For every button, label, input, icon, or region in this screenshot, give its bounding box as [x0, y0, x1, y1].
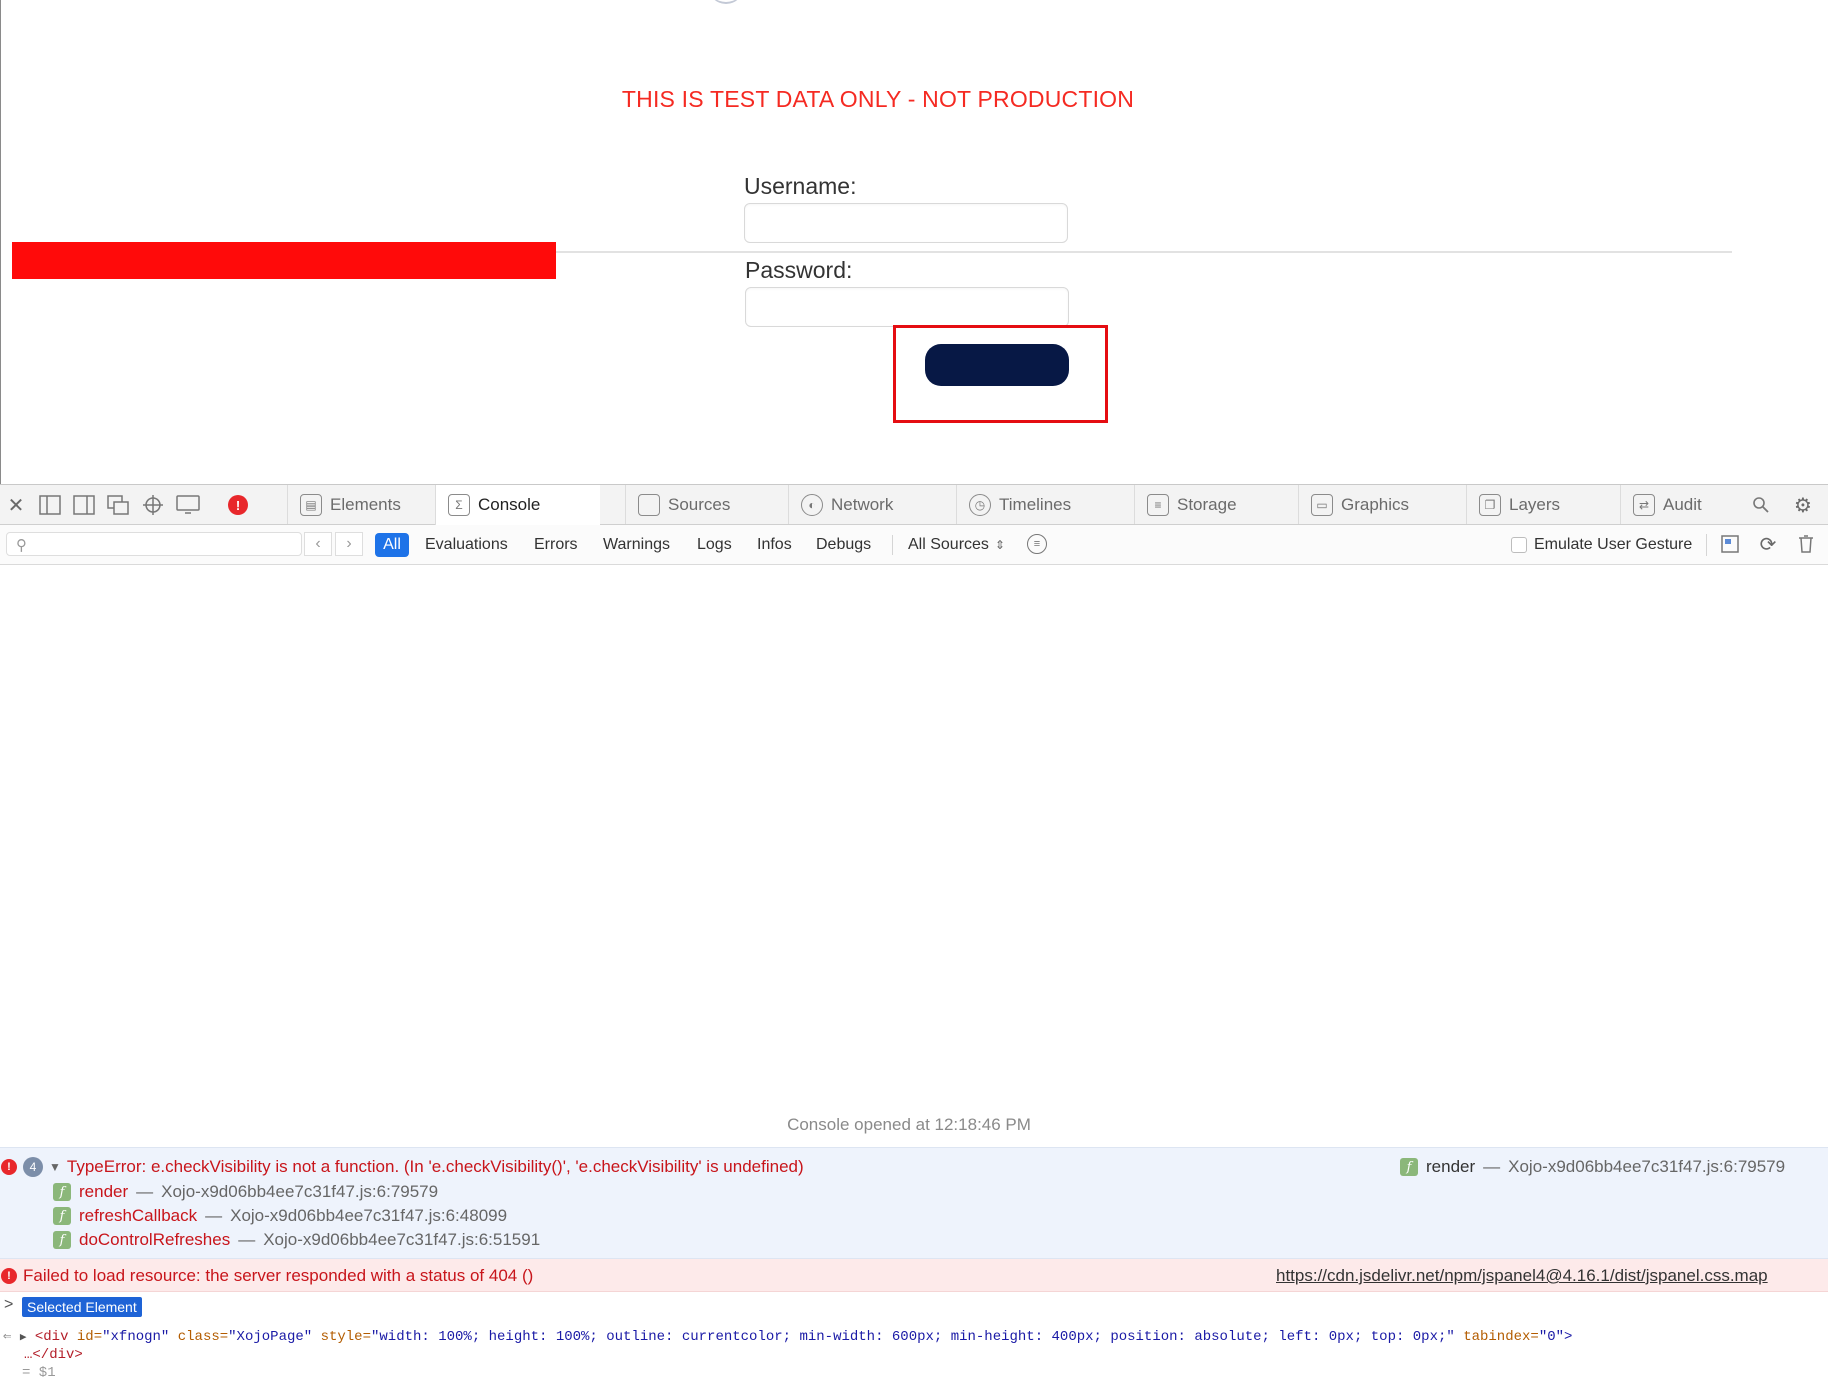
disclosure-triangle-icon[interactable]: ▼ — [49, 1160, 61, 1174]
element-result-output: ⇐ ▶ <div id="xfnogn" class="XojoPage" st… — [3, 1329, 1573, 1345]
device-settings-icon[interactable] — [176, 493, 200, 517]
selected-element-row: > Selected Element — [0, 1293, 1828, 1321]
resource-404-error: ! Failed to load resource: the server re… — [0, 1259, 1828, 1292]
previous-arrow-icon[interactable]: ‹ — [304, 532, 332, 556]
filter-warnings[interactable]: Warnings — [603, 533, 670, 557]
console-snapshot-icon[interactable] — [1718, 532, 1742, 556]
filter-all[interactable]: All — [375, 533, 409, 557]
frame-separator: — — [205, 1206, 223, 1225]
filter-errors[interactable]: Errors — [534, 533, 578, 557]
layers-icon: ❐ — [1479, 493, 1501, 516]
frame-separator: — — [238, 1230, 256, 1249]
settings-gear-icon[interactable]: ⚙ — [1791, 493, 1815, 517]
inspector-tab-bar: ✕ ! ▤ Elements Σ Console Sources ◐ Network … — [0, 485, 1828, 525]
reload-icon[interactable]: ⟳ — [1756, 532, 1780, 556]
stack-frame[interactable]: f doControlRefreshes — Xojo-x9d06bb4ee7c… — [53, 1230, 540, 1250]
expand-triangle-icon[interactable]: ▶ — [20, 1332, 27, 1344]
frame-separator: — — [1483, 1157, 1501, 1176]
type-error-message: TypeError: e.checkVisibility is not a fu… — [66, 1157, 804, 1176]
selected-element-badge: Selected Element — [22, 1297, 142, 1317]
filter-evaluations[interactable]: Evaluations — [425, 533, 508, 557]
filter-debugs[interactable]: Debugs — [816, 533, 871, 557]
tab-sources[interactable]: Sources — [625, 485, 766, 524]
detach-window-icon[interactable] — [106, 493, 130, 517]
filter-search-icon: ⚲ — [16, 537, 27, 554]
console-icon: Σ — [448, 494, 470, 516]
resource-404-message: Failed to load resource: the server resp… — [23, 1266, 534, 1285]
console-filter-input[interactable] — [6, 532, 302, 556]
next-arrow-icon[interactable]: › — [335, 532, 363, 556]
tab-timelines[interactable]: ◷ Timelines — [956, 485, 1110, 524]
elements-icon: ▤ — [300, 493, 322, 516]
function-icon: f — [1400, 1158, 1418, 1176]
graphics-icon: ▭ — [1311, 493, 1333, 516]
filter-infos[interactable]: Infos — [757, 533, 792, 557]
logo-fragment — [708, 0, 744, 4]
console-log-area: Console opened at 12:18:46 PM ! 4 ▼ Type… — [0, 565, 1828, 1381]
element-close-tag: …</div> — [24, 1347, 83, 1363]
emulate-gesture-checkbox[interactable] — [1511, 537, 1527, 553]
tab-storage[interactable]: ≡ Storage — [1134, 485, 1294, 524]
filter-options-icon[interactable]: ≡ — [1027, 534, 1047, 554]
source-map-url-link[interactable]: https://cdn.jsdelivr.net/npm/jspanel4@4.… — [1276, 1266, 1768, 1286]
search-icon[interactable] — [1749, 493, 1773, 517]
filter-divider-2 — [1706, 534, 1707, 556]
network-icon: ◐ — [801, 493, 823, 516]
tab-elements[interactable]: ▤ Elements — [287, 485, 435, 524]
audit-icon: ⇄ — [1633, 493, 1655, 516]
prompt-chevron-icon: > — [4, 1296, 14, 1313]
resource-404-row: ! Failed to load resource: the server re… — [1, 1266, 533, 1286]
console-filter-bar: ⚲ ‹ › All Evaluations Errors Warnings Lo… — [0, 525, 1828, 565]
username-input[interactable] — [744, 203, 1068, 243]
password-label: Password: — [745, 257, 853, 283]
function-icon: f — [53, 1231, 71, 1249]
filter-logs[interactable]: Logs — [697, 533, 732, 557]
stack-frame[interactable]: f refreshCallback — Xojo-x9d06bb4ee7c31f… — [53, 1206, 507, 1226]
storage-icon: ≡ — [1147, 493, 1169, 516]
function-icon: f — [53, 1207, 71, 1225]
console-opened-message: Console opened at 12:18:46 PM — [787, 1115, 1031, 1134]
updown-chevron-icon: ⇕ — [994, 538, 1005, 552]
redaction-bar — [12, 242, 556, 279]
result-arrow-icon: ⇐ — [3, 1329, 12, 1345]
repeat-count-badge: 4 — [23, 1157, 43, 1177]
divider-line — [556, 251, 1732, 253]
type-error-source-link[interactable]: f render — Xojo-x9d06bb4ee7c31f47.js:6:7… — [1400, 1157, 1785, 1177]
clear-console-trash-icon[interactable] — [1794, 532, 1818, 556]
tab-graphics[interactable]: ▭ Graphics — [1298, 485, 1445, 524]
element-result-ref: = $1 — [22, 1365, 56, 1381]
error-icon: ! — [1, 1268, 17, 1284]
type-error-header[interactable]: ! 4 ▼ TypeError: e.checkVisibility is no… — [1, 1157, 804, 1177]
dock-right-icon[interactable] — [72, 493, 96, 517]
error-count-icon[interactable]: ! — [226, 493, 250, 517]
username-label: Username: — [744, 173, 857, 199]
filter-divider — [892, 535, 893, 555]
dock-left-icon[interactable] — [38, 493, 62, 517]
close-icon[interactable]: ✕ — [4, 493, 28, 517]
sources-icon — [638, 493, 660, 516]
tab-network[interactable]: ◐ Network — [788, 485, 956, 524]
all-sources-select[interactable]: All Sources ⇕ — [908, 533, 1005, 557]
function-icon: f — [53, 1183, 71, 1201]
emulate-gesture-label: Emulate User Gesture — [1534, 536, 1693, 553]
element-picker-icon[interactable] — [141, 493, 165, 517]
frame-separator: — — [136, 1182, 154, 1201]
tab-audit[interactable]: ⇄ Audit — [1620, 485, 1751, 524]
type-error-group[interactable]: ! 4 ▼ TypeError: e.checkVisibility is no… — [0, 1147, 1828, 1259]
login-button[interactable] — [925, 344, 1069, 386]
tab-console[interactable]: Σ Console — [435, 485, 600, 525]
web-inspector: ✕ ! ▤ Elements Σ Console Sources ◐ Network … — [0, 484, 1828, 1381]
test-data-warning: THIS IS TEST DATA ONLY - NOT PRODUCTION — [621, 86, 1135, 112]
stack-frame[interactable]: f render — Xojo-x9d06bb4ee7c31f47.js:6:7… — [53, 1182, 438, 1202]
password-input[interactable] — [745, 287, 1069, 327]
tab-layers[interactable]: ❐ Layers — [1466, 485, 1612, 524]
timelines-icon: ◷ — [969, 493, 991, 516]
error-icon: ! — [1, 1159, 17, 1175]
